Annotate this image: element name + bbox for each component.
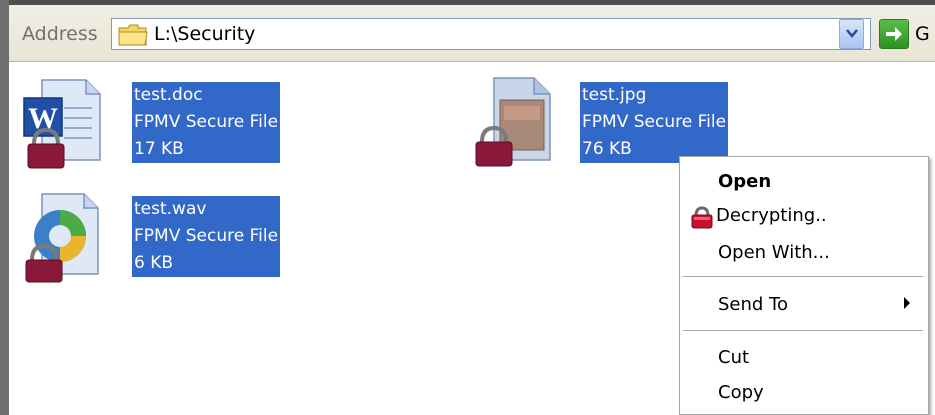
address-label: Address (22, 23, 98, 45)
file-name: test.wav (134, 199, 207, 219)
audio-file-locked-icon (25, 193, 99, 283)
menu-item-copy[interactable]: Copy (718, 382, 764, 403)
menu-item-decrypting[interactable]: Decrypting.. (716, 205, 827, 226)
word-document-locked-icon: W (23, 79, 101, 169)
context-menu: Open Decrypting.. Open With... Send To C… (679, 156, 929, 415)
file-label: test.doc FPMV Secure File 17 KB (132, 82, 281, 163)
folder-icon (118, 24, 148, 46)
file-label: test.wav FPMV Secure File 6 KB (132, 196, 281, 277)
lock-icon (691, 206, 713, 229)
image-file-locked-icon (475, 77, 551, 167)
address-bar: Address L:\Security G (9, 5, 935, 62)
menu-item-send-to[interactable]: Send To (718, 294, 788, 315)
file-type: FPMV Secure File (134, 226, 279, 246)
file-label: test.jpg FPMV Secure File 76 KB (580, 82, 729, 163)
submenu-arrow-icon (904, 297, 910, 309)
menu-item-open-with[interactable]: Open With... (718, 242, 830, 263)
menu-item-cut[interactable]: Cut (718, 347, 749, 368)
address-value: L:\Security (154, 23, 256, 45)
file-type: FPMV Secure File (134, 112, 279, 132)
menu-item-open[interactable]: Open (718, 171, 771, 192)
file-name: test.doc (134, 85, 203, 105)
go-label: G (915, 23, 930, 45)
file-size: 17 KB (134, 139, 184, 159)
menu-separator (683, 276, 923, 277)
window-frame-left (0, 0, 9, 415)
go-button[interactable] (879, 19, 909, 49)
address-input[interactable]: L:\Security (111, 18, 871, 50)
chevron-down-icon (846, 29, 858, 38)
file-type: FPMV Secure File (582, 112, 727, 132)
file-size: 6 KB (134, 253, 174, 273)
address-dropdown-button[interactable] (839, 19, 864, 49)
arrow-right-icon (886, 27, 902, 41)
menu-separator (683, 330, 923, 331)
file-name: test.jpg (582, 85, 647, 105)
